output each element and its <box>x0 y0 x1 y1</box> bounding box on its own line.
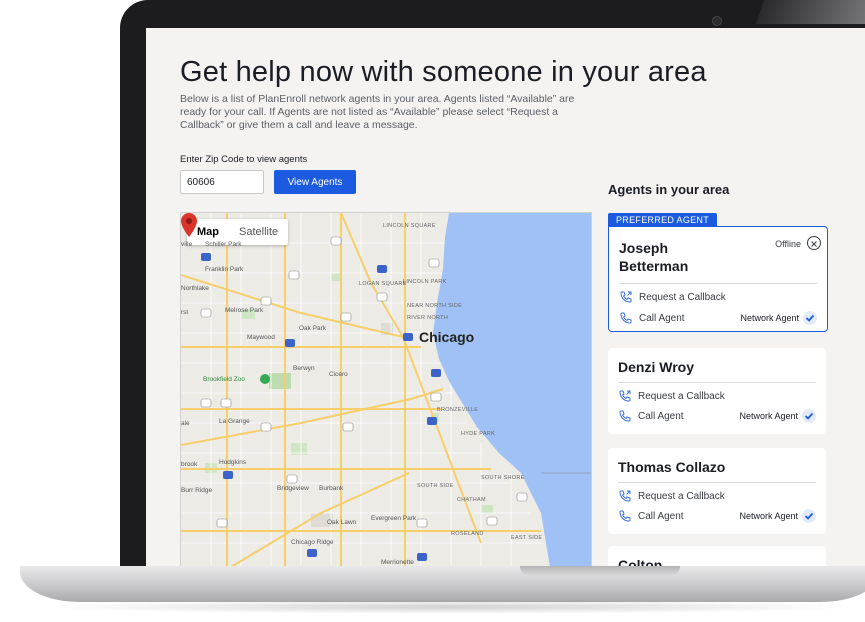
zip-label: Enter Zip Code to view agents <box>180 154 308 165</box>
page-title: Get help now with someone in your area <box>180 56 707 88</box>
view-agents-button[interactable]: View Agents <box>274 170 356 194</box>
agent-card-denzi-wroy: Denzi Wroy Request a Callback Call Agent… <box>608 348 826 434</box>
map-city-label: Chicago <box>419 329 475 345</box>
network-agent-label: Network Agent <box>739 411 798 421</box>
request-callback-row[interactable]: Request a Callback <box>619 289 817 305</box>
call-agent-link[interactable]: Call Agent <box>638 411 684 422</box>
request-callback-row[interactable]: Request a Callback <box>618 388 816 404</box>
agent-name: Joseph Betterman <box>619 240 689 274</box>
map-label: ville <box>181 241 193 248</box>
map-label: La Grange <box>219 418 250 425</box>
map-label: LOGAN SQUARE <box>359 281 407 287</box>
map-label: CHATHAM <box>457 497 486 503</box>
intro-text: Below is a list of PlanEnroll network ag… <box>180 93 575 131</box>
check-icon <box>803 311 817 325</box>
map-label: brook <box>181 461 198 468</box>
map-label: HYDE PARK <box>461 431 496 437</box>
phone-icon <box>620 312 632 324</box>
phone-icon <box>619 410 631 422</box>
map-label: Schiller Park <box>205 241 242 248</box>
agent-status: Offline <box>775 239 801 249</box>
preferred-agent-badge: PREFERRED AGENT <box>608 213 718 227</box>
network-agent-label: Network Agent <box>740 313 799 323</box>
phone-callback-icon <box>619 490 631 502</box>
map-label: Franklin Park <box>205 266 244 273</box>
map-label: rst <box>181 309 189 316</box>
phone-callback-icon <box>620 291 632 303</box>
zip-input[interactable] <box>180 170 264 194</box>
network-agent-label: Network Agent <box>739 511 798 521</box>
map-label: ROSELAND <box>451 531 484 537</box>
map-label: Burr Ridge <box>181 487 213 494</box>
agent-divider <box>619 283 817 284</box>
map-label: Evergreen Park <box>371 515 417 522</box>
agent-divider <box>618 382 816 383</box>
call-agent-link[interactable]: Call Agent <box>639 313 685 324</box>
request-callback-link[interactable]: Request a Callback <box>638 491 725 502</box>
map-label: Berwyn <box>293 365 315 372</box>
phone-icon <box>619 510 631 522</box>
map-label: SOUTH SHORE <box>481 475 525 481</box>
agents-heading: Agents in your area <box>608 182 730 197</box>
map-label: LINCOLN PARK <box>403 279 447 285</box>
call-agent-row[interactable]: Call Agent Network Agent <box>618 508 816 524</box>
call-agent-row[interactable]: Call Agent Network Agent <box>618 408 816 424</box>
request-callback-row[interactable]: Request a Callback <box>618 488 816 504</box>
map-label: BRONZEVILLE <box>437 407 479 413</box>
request-callback-link[interactable]: Request a Callback <box>639 292 726 303</box>
map-label: Maywood <box>247 334 275 341</box>
map-label: Northlake <box>181 285 209 292</box>
offline-x-icon <box>807 236 821 250</box>
agent-name: Denzi Wroy <box>618 359 694 375</box>
laptop-shadow <box>40 600 860 614</box>
map-label: Merrionette <box>381 559 414 566</box>
map-label: Bridgeview <box>277 485 309 492</box>
agent-divider <box>618 482 816 483</box>
request-callback-link[interactable]: Request a Callback <box>638 391 725 402</box>
map-label: Chicago Ridge <box>291 539 334 546</box>
map-label: SOUTH SIDE <box>417 483 454 489</box>
map-label: Burbank <box>319 485 344 492</box>
agent-card-joseph-betterman: Joseph Betterman Offline Request a Callb… <box>608 226 828 332</box>
laptop-notch <box>520 566 680 576</box>
map-pin-icon[interactable] <box>181 213 197 237</box>
map-label: Oak Park <box>299 325 327 332</box>
map[interactable]: Map Satellite ville Schiller Park Frankl… <box>180 212 592 568</box>
map-label: Oak Lawn <box>327 519 357 526</box>
laptop-base <box>20 566 865 602</box>
check-icon <box>802 409 816 423</box>
map-label: Hodgkins <box>219 459 247 466</box>
map-label: Brookfield Zoo <box>203 376 245 383</box>
agent-card-colton: Colton <box>608 546 826 568</box>
check-icon <box>802 509 816 523</box>
camera-icon <box>712 16 722 26</box>
map-label: Melrose Park <box>225 307 264 314</box>
map-label: LINCOLN SQUARE <box>383 223 436 229</box>
map-label: RIVER NORTH <box>407 315 449 321</box>
agent-card-thomas-collazo: Thomas Collazo Request a Callback Call A… <box>608 448 826 534</box>
map-label: NEAR NORTH SIDE <box>407 303 463 309</box>
map-label: ale <box>181 420 190 427</box>
call-agent-link[interactable]: Call Agent <box>638 511 684 522</box>
laptop-screen: Get help now with someone in your area B… <box>146 28 865 568</box>
map-label: EAST SIDE <box>511 535 543 541</box>
map-label: Cicero <box>329 371 348 378</box>
phone-callback-icon <box>619 390 631 402</box>
call-agent-row[interactable]: Call Agent Network Agent <box>619 310 817 326</box>
lid-gloss <box>755 0 865 24</box>
agent-name: Thomas Collazo <box>618 459 726 475</box>
